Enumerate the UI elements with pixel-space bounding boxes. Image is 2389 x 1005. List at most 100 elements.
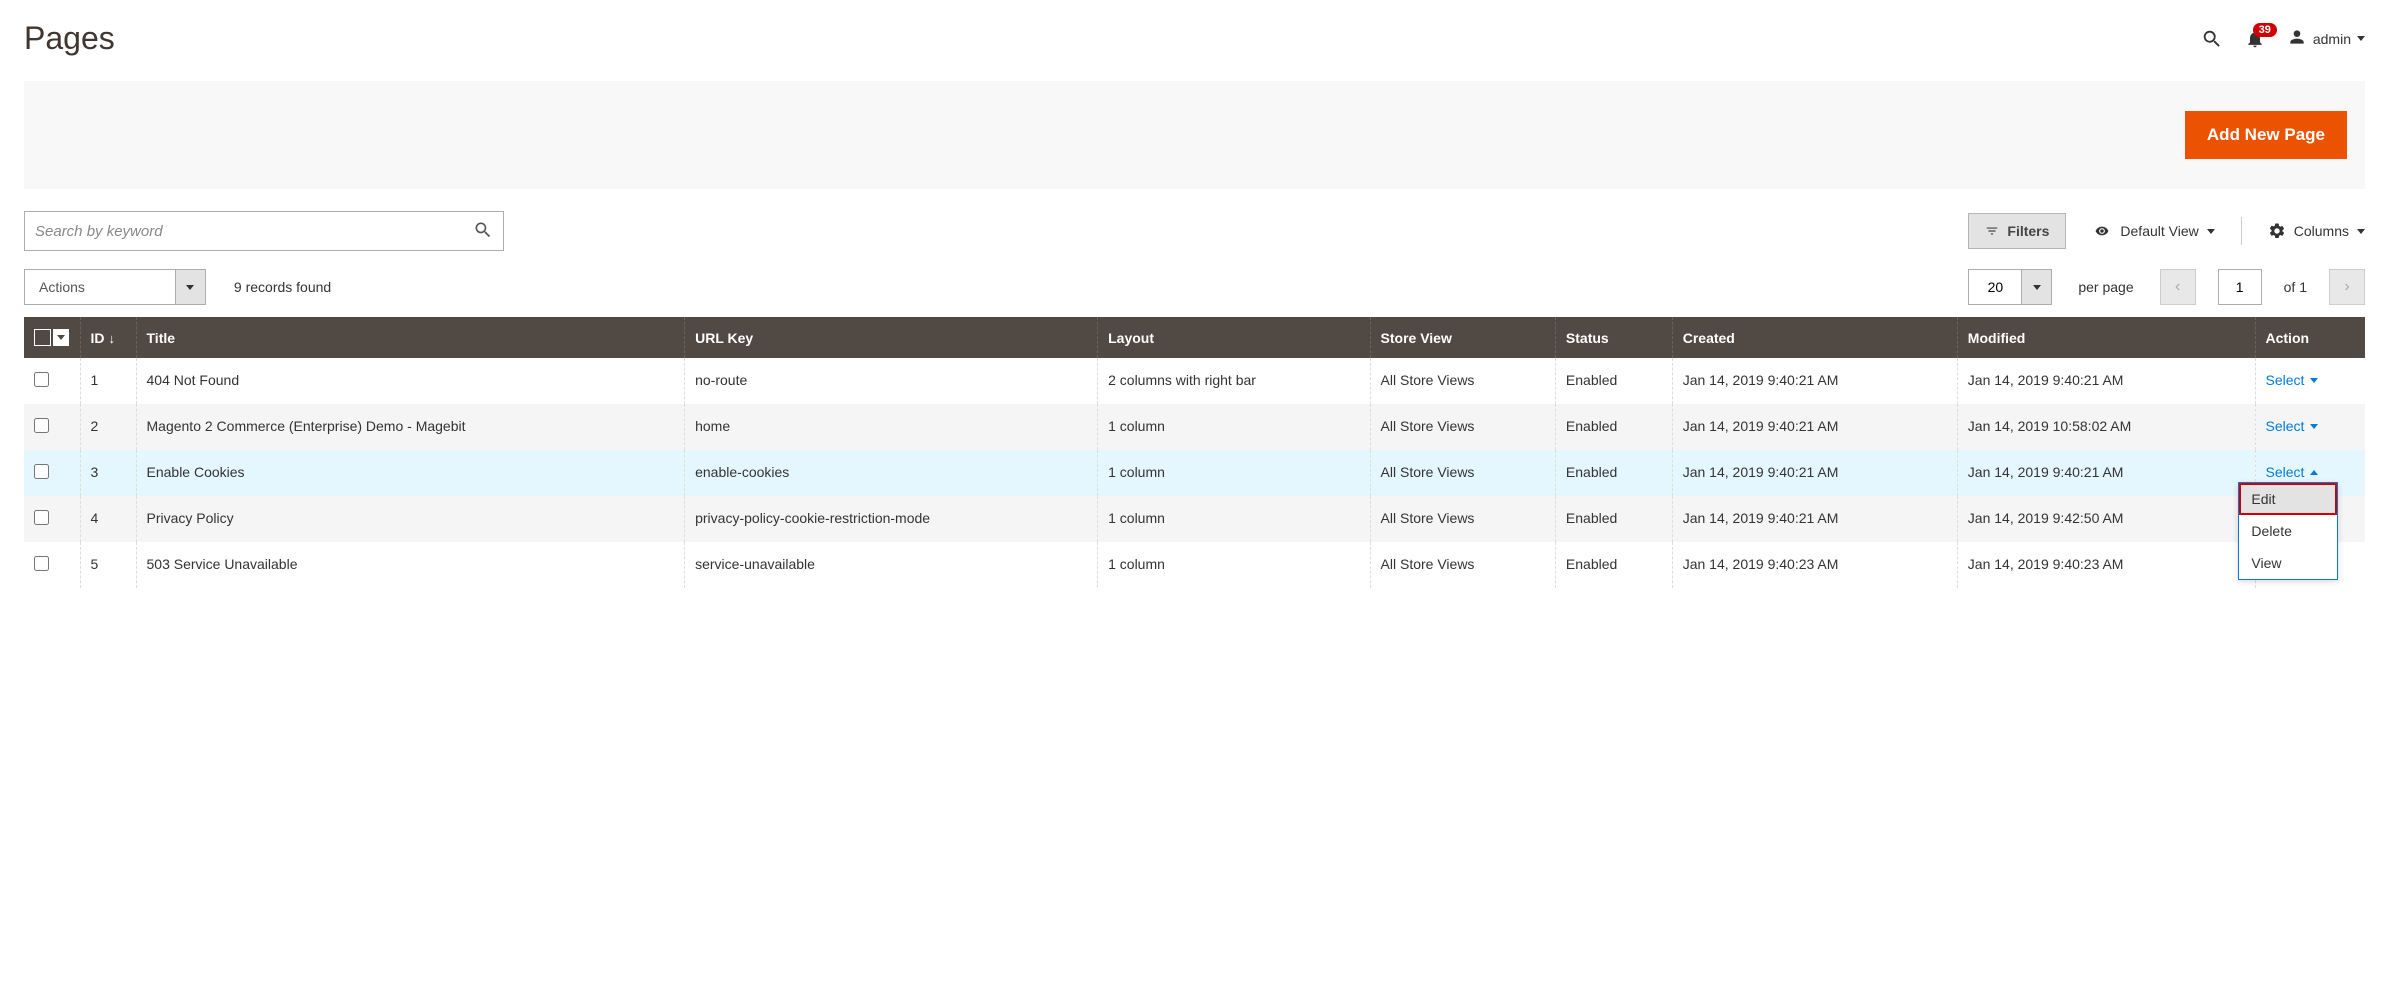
col-status[interactable]: Status bbox=[1555, 317, 1672, 358]
col-created[interactable]: Created bbox=[1672, 317, 1957, 358]
page-size-caret[interactable] bbox=[2022, 269, 2052, 305]
cell-title: Enable Cookies bbox=[136, 450, 685, 496]
columns-control[interactable]: Columns bbox=[2268, 222, 2365, 240]
row-checkbox[interactable] bbox=[34, 510, 49, 525]
table-row[interactable]: 5503 Service Unavailableservice-unavaila… bbox=[24, 542, 2365, 588]
search-submit-icon[interactable] bbox=[473, 220, 493, 243]
cell-modified: Jan 14, 2019 9:40:21 AM bbox=[1957, 358, 2255, 404]
page-of-label: of 1 bbox=[2284, 279, 2307, 295]
row-action-select[interactable]: Select bbox=[2266, 372, 2319, 388]
page-size-input[interactable] bbox=[1968, 269, 2022, 305]
search-wrap bbox=[24, 211, 504, 251]
col-title[interactable]: Title bbox=[136, 317, 685, 358]
cell-id: 4 bbox=[80, 496, 136, 542]
chevron-down-icon bbox=[2033, 285, 2041, 290]
view-controls: Filters Default View Columns bbox=[1968, 213, 2365, 249]
global-search-icon[interactable] bbox=[2201, 28, 2223, 50]
row-checkbox[interactable] bbox=[34, 464, 49, 479]
cell-status: Enabled bbox=[1555, 496, 1672, 542]
cell-title: 503 Service Unavailable bbox=[136, 542, 685, 588]
cell-url-key: no-route bbox=[685, 358, 1098, 404]
cell-store-view: All Store Views bbox=[1370, 542, 1555, 588]
cell-title: Privacy Policy bbox=[136, 496, 685, 542]
default-view-label: Default View bbox=[2120, 223, 2198, 239]
col-layout[interactable]: Layout bbox=[1098, 317, 1370, 358]
row-checkbox[interactable] bbox=[34, 556, 49, 571]
chevron-down-icon bbox=[2357, 36, 2365, 41]
user-name: admin bbox=[2313, 31, 2351, 47]
select-all-control[interactable] bbox=[34, 329, 70, 346]
filters-button[interactable]: Filters bbox=[1968, 213, 2066, 249]
chevron-down-icon bbox=[2207, 229, 2215, 234]
default-view-control[interactable]: Default View bbox=[2092, 223, 2214, 239]
notifications-icon[interactable]: 39 bbox=[2245, 29, 2265, 49]
cell-id: 3 bbox=[80, 450, 136, 496]
cell-checkbox bbox=[24, 542, 80, 588]
col-store-view[interactable]: Store View bbox=[1370, 317, 1555, 358]
chevron-down-icon bbox=[2310, 378, 2318, 383]
bulk-actions-dropdown[interactable]: Actions bbox=[24, 269, 206, 305]
page-number-input[interactable] bbox=[2218, 269, 2262, 305]
next-page-button[interactable]: › bbox=[2329, 269, 2365, 305]
col-modified[interactable]: Modified bbox=[1957, 317, 2255, 358]
cell-created: Jan 14, 2019 9:40:21 AM bbox=[1672, 496, 1957, 542]
page-size-block bbox=[1968, 269, 2052, 305]
table-row[interactable]: 2Magento 2 Commerce (Enterprise) Demo - … bbox=[24, 404, 2365, 450]
cell-url-key: service-unavailable bbox=[685, 542, 1098, 588]
cell-created: Jan 14, 2019 9:40:21 AM bbox=[1672, 404, 1957, 450]
cell-status: Enabled bbox=[1555, 404, 1672, 450]
search-input[interactable] bbox=[35, 223, 473, 240]
cell-checkbox bbox=[24, 404, 80, 450]
add-new-page-button[interactable]: Add New Page bbox=[2185, 111, 2347, 159]
cell-url-key: home bbox=[685, 404, 1098, 450]
toolbar-strip: Add New Page bbox=[24, 81, 2365, 189]
sort-arrow-icon: ↓ bbox=[109, 331, 116, 346]
grid-controls-right: per page ‹ of 1 › bbox=[1968, 269, 2365, 305]
row-action-select[interactable]: Select bbox=[2266, 418, 2319, 434]
cell-action: Select bbox=[2255, 358, 2365, 404]
gear-icon bbox=[2268, 222, 2286, 240]
cell-url-key: privacy-policy-cookie-restriction-mode bbox=[685, 496, 1098, 542]
action-edit[interactable]: Edit bbox=[2239, 483, 2337, 515]
row-action-select[interactable]: Select EditDeleteView bbox=[2266, 464, 2319, 480]
cell-status: Enabled bbox=[1555, 358, 1672, 404]
cell-store-view: All Store Views bbox=[1370, 358, 1555, 404]
cell-created: Jan 14, 2019 9:40:21 AM bbox=[1672, 450, 1957, 496]
chevron-down-icon bbox=[57, 335, 65, 340]
chevron-down-icon bbox=[2357, 229, 2365, 234]
chevron-down-icon bbox=[2310, 424, 2318, 429]
cell-id: 5 bbox=[80, 542, 136, 588]
per-page-label: per page bbox=[2078, 279, 2133, 295]
select-all-caret[interactable] bbox=[53, 329, 69, 346]
actions-caret[interactable] bbox=[175, 270, 205, 304]
col-id[interactable]: ID↓ bbox=[80, 317, 136, 358]
row-checkbox[interactable] bbox=[34, 418, 49, 433]
action-delete[interactable]: Delete bbox=[2239, 515, 2337, 547]
controls-row: Filters Default View Columns bbox=[24, 211, 2365, 251]
cell-title: Magento 2 Commerce (Enterprise) Demo - M… bbox=[136, 404, 685, 450]
cell-layout: 2 columns with right bar bbox=[1098, 358, 1370, 404]
page-header: Pages 39 admin bbox=[24, 8, 2365, 81]
actions-label: Actions bbox=[25, 279, 175, 295]
grid-controls-left: Actions 9 records found bbox=[24, 269, 331, 305]
cell-created: Jan 14, 2019 9:40:21 AM bbox=[1672, 358, 1957, 404]
select-all-checkbox[interactable] bbox=[34, 329, 51, 346]
eye-icon bbox=[2092, 224, 2112, 238]
table-row[interactable]: 4Privacy Policyprivacy-policy-cookie-res… bbox=[24, 496, 2365, 542]
grid-controls-row: Actions 9 records found per page ‹ of 1 … bbox=[24, 269, 2365, 305]
cell-layout: 1 column bbox=[1098, 496, 1370, 542]
cell-checkbox bbox=[24, 496, 80, 542]
col-checkbox bbox=[24, 317, 80, 358]
action-view[interactable]: View bbox=[2239, 547, 2337, 579]
row-checkbox[interactable] bbox=[34, 372, 49, 387]
cell-checkbox bbox=[24, 358, 80, 404]
cell-modified: Jan 14, 2019 9:40:21 AM bbox=[1957, 450, 2255, 496]
table-row[interactable]: 1404 Not Foundno-route2 columns with rig… bbox=[24, 358, 2365, 404]
table-row[interactable]: 3Enable Cookiesenable-cookies1 columnAll… bbox=[24, 450, 2365, 496]
prev-page-button[interactable]: ‹ bbox=[2160, 269, 2196, 305]
user-menu[interactable]: admin bbox=[2287, 27, 2365, 50]
cell-status: Enabled bbox=[1555, 450, 1672, 496]
cell-created: Jan 14, 2019 9:40:23 AM bbox=[1672, 542, 1957, 588]
cell-modified: Jan 14, 2019 10:58:02 AM bbox=[1957, 404, 2255, 450]
col-url-key[interactable]: URL Key bbox=[685, 317, 1098, 358]
